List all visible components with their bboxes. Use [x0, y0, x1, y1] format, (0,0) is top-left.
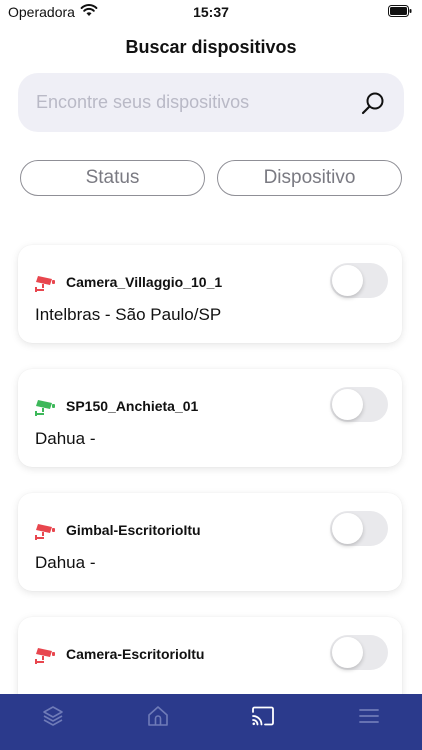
device-card[interactable]: SP150_Anchieta_01 Dahua - — [18, 369, 402, 467]
search-input[interactable] — [36, 73, 356, 132]
camera-icon — [35, 648, 55, 664]
device-subtitle: Dahua - — [35, 429, 96, 448]
camera-icon — [35, 276, 55, 292]
device-card[interactable]: Camera_Villaggio_10_1 Intelbras - São Pa… — [18, 245, 402, 343]
device-toggle[interactable] — [330, 263, 388, 298]
battery-icon — [388, 5, 412, 17]
camera-icon — [35, 400, 55, 416]
device-list[interactable]: Camera_Villaggio_10_1 Intelbras - São Pa… — [0, 230, 422, 694]
device-toggle[interactable] — [330, 635, 388, 670]
clock: 15:37 — [193, 4, 229, 20]
status-filter-button[interactable]: Status — [20, 160, 205, 196]
device-toggle[interactable] — [330, 387, 388, 422]
device-card[interactable]: Gimbal-EscritorioItu Dahua - — [18, 493, 402, 591]
layers-icon[interactable] — [41, 704, 65, 728]
menu-icon[interactable] — [357, 704, 381, 728]
device-subtitle: Intelbras - São Paulo/SP — [35, 305, 222, 324]
toggle-knob — [332, 389, 363, 420]
device-toggle[interactable] — [330, 511, 388, 546]
page-title: Buscar dispositivos — [125, 37, 297, 57]
device-name: Gimbal-EscritorioItu — [66, 522, 201, 538]
status-bar: Operadora 15:37 — [0, 0, 422, 24]
toggle-knob — [332, 637, 363, 668]
search-icon[interactable] — [360, 90, 386, 116]
search-bar[interactable] — [18, 73, 404, 132]
device-name: Camera_Villaggio_10_1 — [66, 274, 223, 290]
device-name: SP150_Anchieta_01 — [66, 398, 199, 414]
toggle-knob — [332, 265, 363, 296]
device-subtitle: Dahua - — [35, 553, 96, 572]
home-icon[interactable] — [146, 704, 170, 728]
device-filter-button[interactable]: Dispositivo — [217, 160, 402, 196]
cast-icon[interactable] — [251, 704, 275, 728]
toggle-knob — [332, 513, 363, 544]
camera-icon — [35, 524, 55, 540]
device-card[interactable]: Camera-EscritorioItu — [18, 617, 402, 694]
tab-bar — [0, 694, 422, 750]
device-name: Camera-EscritorioItu — [66, 646, 205, 662]
